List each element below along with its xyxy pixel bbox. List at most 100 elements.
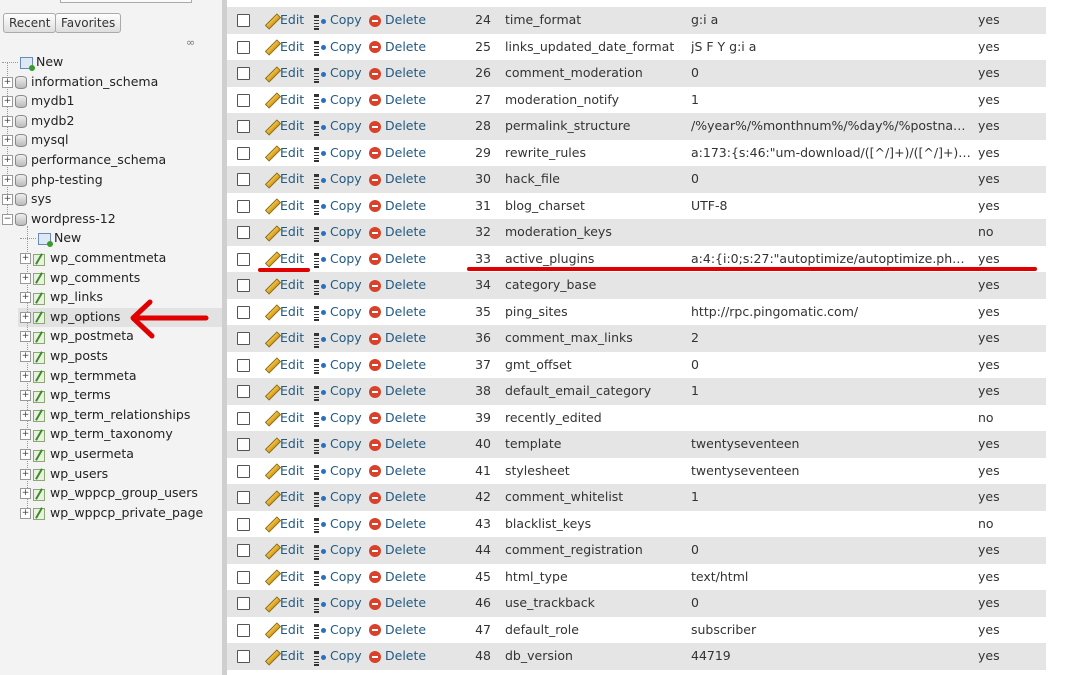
edit-link[interactable]: Edit [264, 60, 304, 87]
delete-link[interactable]: Delete [369, 405, 426, 432]
tree-item-label[interactable]: php-testing [31, 172, 103, 187]
edit-link[interactable]: Edit [264, 484, 304, 511]
copy-link[interactable]: Copy [313, 458, 362, 485]
copy-link[interactable]: Copy [313, 378, 362, 405]
delete-link[interactable]: Delete [369, 484, 426, 511]
tree-item-label[interactable]: wp_wppcp_private_page [50, 505, 203, 520]
tree-item-label[interactable]: information_schema [31, 74, 158, 89]
tree-item-label[interactable]: wp_termmeta [50, 368, 137, 383]
tree-item[interactable]: + mysql [2, 131, 69, 149]
expand-icon[interactable]: + [20, 253, 31, 264]
row-checkbox[interactable] [237, 14, 250, 27]
delete-link[interactable]: Delete [369, 7, 426, 34]
expand-icon[interactable]: + [20, 331, 31, 343]
copy-link[interactable]: Copy [313, 431, 362, 458]
expand-icon[interactable]: + [20, 311, 31, 323]
copy-link[interactable]: Copy [313, 484, 362, 511]
tree-item[interactable]: + php-testing [2, 171, 103, 189]
delete-link[interactable]: Delete [369, 352, 426, 379]
tree-item-label[interactable]: wp_usermeta [50, 446, 134, 461]
delete-link[interactable]: Delete [369, 140, 426, 167]
tree-item[interactable]: + wp_comments [20, 269, 140, 287]
tree-item[interactable]: + wp_wppcp_private_page [20, 504, 203, 522]
tree-item-label[interactable]: wp_links [50, 289, 103, 304]
edit-link[interactable]: Edit [264, 378, 304, 405]
delete-link[interactable]: Delete [369, 458, 426, 485]
copy-link[interactable]: Copy [313, 405, 362, 432]
tree-item-label[interactable]: mydb2 [31, 113, 74, 128]
tree-item[interactable]: + mydb1 [2, 92, 74, 110]
copy-link[interactable]: Copy [313, 166, 362, 193]
expand-icon[interactable]: + [2, 135, 13, 147]
edit-link[interactable]: Edit [264, 299, 304, 326]
row-checkbox[interactable] [237, 544, 250, 557]
edit-link[interactable]: Edit [264, 113, 304, 140]
delete-link[interactable]: Delete [369, 219, 426, 246]
copy-link[interactable]: Copy [313, 643, 362, 670]
tree-item-label[interactable]: wp_posts [50, 348, 108, 363]
tree-item-label[interactable]: mysql [31, 132, 69, 147]
row-checkbox[interactable] [237, 332, 250, 345]
copy-link[interactable]: Copy [313, 140, 362, 167]
tree-item[interactable]: + wp_term_relationships [20, 406, 190, 424]
edit-link[interactable]: Edit [264, 325, 304, 352]
expand-icon[interactable]: + [2, 115, 13, 127]
edit-link[interactable]: Edit [264, 7, 304, 34]
row-checkbox[interactable] [237, 173, 250, 186]
tree-item-label[interactable]: wp_comments [50, 270, 140, 285]
copy-link[interactable]: Copy [313, 193, 362, 220]
tree-item[interactable]: + wp_terms [20, 386, 111, 404]
recent-tab[interactable]: Recent [3, 13, 57, 33]
expand-icon[interactable]: + [2, 174, 13, 186]
expand-icon[interactable]: + [20, 449, 31, 460]
tree-item[interactable]: + wp_commentmeta [20, 249, 166, 267]
row-checkbox[interactable] [237, 279, 250, 292]
delete-link[interactable]: Delete [369, 87, 426, 114]
delete-link[interactable]: Delete [369, 643, 426, 670]
copy-link[interactable]: Copy [313, 564, 362, 591]
delete-link[interactable]: Delete [369, 60, 426, 87]
tree-item[interactable]: + wp_postmeta [20, 327, 134, 345]
row-checkbox[interactable] [237, 411, 250, 425]
edit-link[interactable]: Edit [264, 272, 304, 299]
copy-link[interactable]: Copy [313, 7, 362, 34]
tree-item[interactable]: − wordpress-12 [2, 210, 116, 228]
tree-item-label[interactable]: wp_commentmeta [50, 250, 166, 265]
tree-item[interactable]: + wp_options [20, 308, 120, 326]
expand-icon[interactable]: + [20, 468, 31, 480]
delete-link[interactable]: Delete [369, 537, 426, 564]
copy-link[interactable]: Copy [313, 246, 362, 273]
expand-icon[interactable]: + [20, 272, 31, 284]
tree-item[interactable]: + wp_users [20, 465, 108, 483]
tree-item[interactable]: + mydb2 [2, 112, 74, 130]
row-checkbox[interactable] [237, 226, 250, 239]
delete-link[interactable]: Delete [369, 511, 426, 538]
edit-link[interactable]: Edit [264, 405, 304, 432]
edit-link[interactable]: Edit [264, 564, 304, 591]
delete-link[interactable]: Delete [369, 378, 426, 405]
copy-link[interactable]: Copy [313, 590, 362, 617]
row-checkbox[interactable] [237, 358, 250, 372]
expand-icon[interactable]: + [20, 507, 31, 519]
tree-item-label[interactable]: performance_schema [31, 152, 166, 167]
expand-icon[interactable]: + [20, 351, 31, 362]
expand-icon[interactable]: + [20, 292, 31, 304]
copy-link[interactable]: Copy [313, 87, 362, 114]
edit-link[interactable]: Edit [264, 643, 304, 670]
edit-link[interactable]: Edit [264, 617, 304, 644]
edit-link[interactable]: Edit [264, 140, 304, 167]
delete-link[interactable]: Delete [369, 34, 426, 61]
edit-link[interactable]: Edit [264, 352, 304, 379]
copy-link[interactable]: Copy [313, 60, 362, 87]
tree-item[interactable]: + sys [2, 190, 51, 208]
delete-link[interactable]: Delete [369, 299, 426, 326]
row-checkbox[interactable] [237, 146, 250, 160]
delete-link[interactable]: Delete [369, 246, 426, 273]
tree-item-label[interactable]: wordpress-12 [31, 211, 116, 226]
tree-item-label[interactable]: wp_term_taxonomy [50, 426, 173, 441]
edit-link[interactable]: Edit [264, 590, 304, 617]
row-checkbox[interactable] [237, 385, 250, 398]
collapse-icon[interactable]: − [2, 213, 13, 225]
tree-item-label[interactable]: wp_terms [50, 387, 111, 402]
delete-link[interactable]: Delete [369, 113, 426, 140]
